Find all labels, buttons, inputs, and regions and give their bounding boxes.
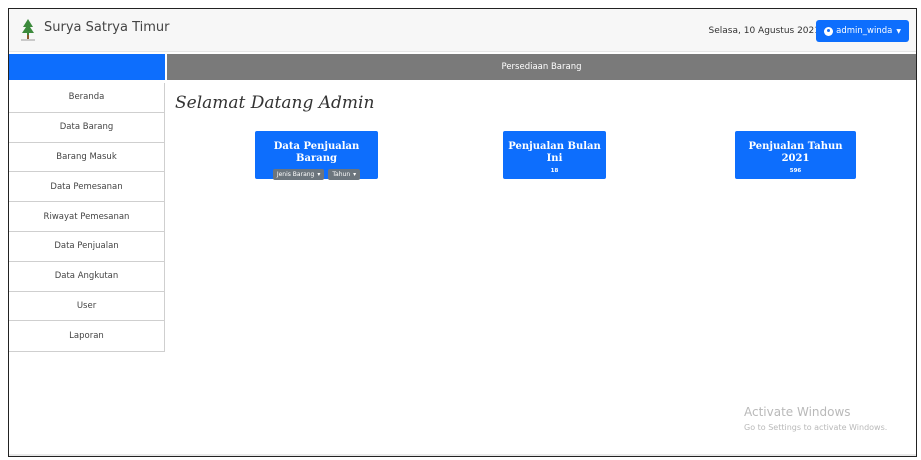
user-name: admin_winda [836,26,893,36]
caret-down-icon: ▼ [896,27,901,35]
card-yearly-sales: Penjualan Tahun 2021 596 [735,131,856,179]
user-menu-button[interactable]: admin_winda ▼ [816,20,909,42]
tree-logo-icon [20,18,36,42]
watermark-subtitle: Go to Settings to activate Windows. [744,423,888,432]
sidebar-item-label: Riwayat Pemesanan [43,211,130,222]
card-title: Penjualan Bulan Ini [508,141,601,164]
tahun-dropdown[interactable]: Tahun ▾ [328,169,361,180]
sidebar-item-label: Data Angkutan [54,271,119,282]
sidebar-item-label: Data Barang [59,122,114,133]
dropdown-label: Tahun [332,171,351,178]
watermark-title: Activate Windows [744,405,851,419]
sidebar-item-label: Data Penjualan [54,241,119,252]
sidebar-header [9,54,165,80]
dropdown-label: Jenis Barang [276,171,315,178]
sidebar-item-laporan[interactable]: Laporan [9,321,164,352]
sidebar-item-label: Laporan [69,331,104,342]
card-monthly-sales: Penjualan Bulan Ini 18 [503,131,606,179]
sidebar-item-barang-masuk[interactable]: Barang Masuk [9,142,164,173]
page-header: Persediaan Barang [167,54,916,80]
sidebar-item-data-pemesanan[interactable]: Data Pemesanan [9,172,164,203]
card-value: 18 [550,168,559,174]
bottom-divider [9,454,916,456]
activate-windows-watermark: Activate Windows Go to Settings to activ… [744,405,887,432]
sidebar-item-label: Beranda [68,92,105,103]
sidebar-item-label: Data Pemesanan [50,181,123,192]
caret-down-icon: ▾ [353,171,357,178]
card-sales-data: Data Penjualan Barang Jenis Barang ▾ Tah… [255,131,378,180]
jenis-barang-dropdown[interactable]: Jenis Barang ▾ [272,169,325,180]
sidebar-item-beranda[interactable]: Beranda [9,83,164,113]
page-title: Persediaan Barang [501,62,582,72]
sidebar-item-data-barang[interactable]: Data Barang [9,112,164,143]
dropdown-row: Jenis Barang ▾ Tahun ▾ [255,169,378,180]
sidebar-nav: Beranda Data Barang Barang Masuk Data Pe… [9,83,165,353]
card-title: Data Penjualan Barang [273,141,360,164]
card-value: 596 [789,168,802,174]
card-title: Penjualan Tahun 2021 [748,141,843,164]
sidebar-item-data-angkutan[interactable]: Data Angkutan [9,261,164,292]
sidebar-item-label: User [76,300,97,311]
user-circle-icon [824,26,834,36]
welcome-heading: Selamat Datang Admin [175,93,375,113]
sidebar-item-label: Barang Masuk [56,151,117,162]
caret-down-icon: ▾ [317,171,321,178]
current-date: Selasa, 10 Agustus 2021 [708,26,820,36]
top-navbar: Surya Satrya Timur Selasa, 10 Agustus 20… [9,9,916,52]
sidebar-item-user[interactable]: User [9,291,164,322]
sidebar-item-riwayat-pemesanan[interactable]: Riwayat Pemesanan [9,202,164,232]
brand-name[interactable]: Surya Satrya Timur [44,20,169,35]
sidebar-item-data-penjualan[interactable]: Data Penjualan [9,231,164,262]
app-window: Surya Satrya Timur Selasa, 10 Agustus 20… [8,8,917,457]
